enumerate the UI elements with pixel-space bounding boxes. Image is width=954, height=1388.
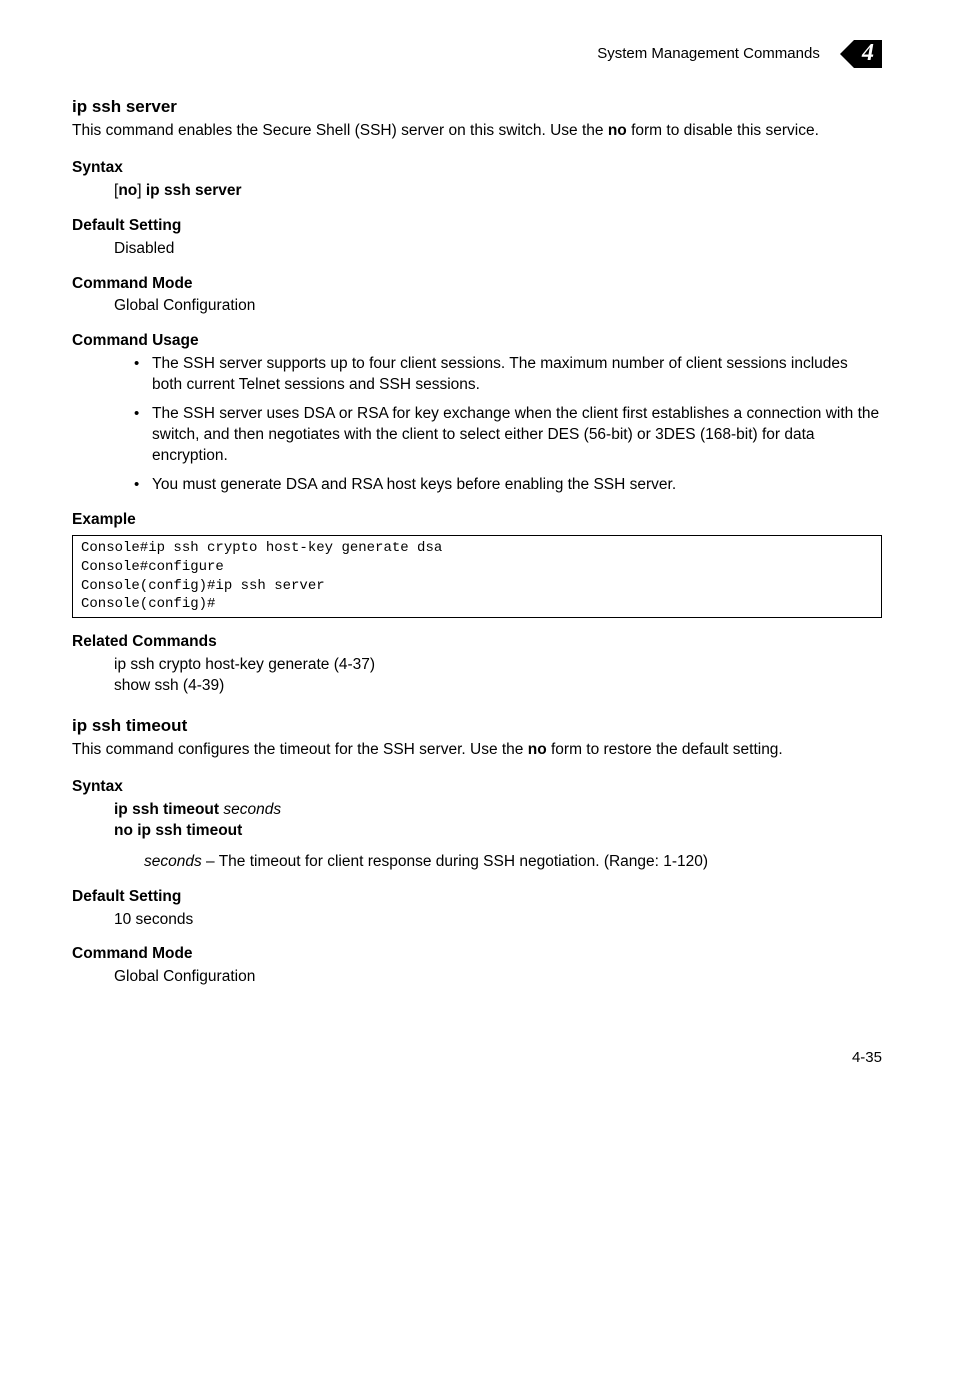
command-mode-heading: Command Mode <box>72 944 882 965</box>
example-heading: Example <box>72 510 882 531</box>
chapter-marker: 4 <box>840 40 882 68</box>
related-command-line: show ssh (4-39) <box>114 676 882 697</box>
section-title-ip-ssh-timeout: ip ssh timeout <box>72 715 882 738</box>
related-command-line: ip ssh crypto host-key generate (4-37) <box>114 655 882 676</box>
syntax-heading: Syntax <box>72 777 882 798</box>
syntax-line: no ip ssh timeout <box>114 821 882 842</box>
usage-list: The SSH server supports up to four clien… <box>72 354 882 496</box>
related-commands-heading: Related Commands <box>72 632 882 653</box>
list-item: The SSH server uses DSA or RSA for key e… <box>134 404 882 467</box>
section-title-ip-ssh-server: ip ssh server <box>72 96 882 119</box>
list-item: The SSH server supports up to four clien… <box>134 354 882 396</box>
syntax-heading: Syntax <box>72 158 882 179</box>
default-setting-heading: Default Setting <box>72 887 882 908</box>
default-setting-value: Disabled <box>114 239 882 260</box>
param-description: seconds – The timeout for client respons… <box>144 852 882 873</box>
command-mode-value: Global Configuration <box>114 967 882 988</box>
syntax-line: ip ssh timeout seconds <box>114 800 882 821</box>
page-header: System Management Commands 4 <box>72 40 882 68</box>
triangle-icon <box>840 40 854 68</box>
page-number: 4-35 <box>72 1048 882 1068</box>
default-setting-heading: Default Setting <box>72 216 882 237</box>
section-intro: This command configures the timeout for … <box>72 740 882 761</box>
breadcrumb: System Management Commands <box>597 45 820 62</box>
section-intro: This command enables the Secure Shell (S… <box>72 121 882 142</box>
example-code-block: Console#ip ssh crypto host-key generate … <box>72 535 882 619</box>
command-mode-heading: Command Mode <box>72 274 882 295</box>
syntax-text: [no] ip ssh server <box>114 181 882 202</box>
command-usage-heading: Command Usage <box>72 331 882 352</box>
command-mode-value: Global Configuration <box>114 296 882 317</box>
list-item: You must generate DSA and RSA host keys … <box>134 475 882 496</box>
default-setting-value: 10 seconds <box>114 910 882 931</box>
chapter-number: 4 <box>854 40 882 68</box>
